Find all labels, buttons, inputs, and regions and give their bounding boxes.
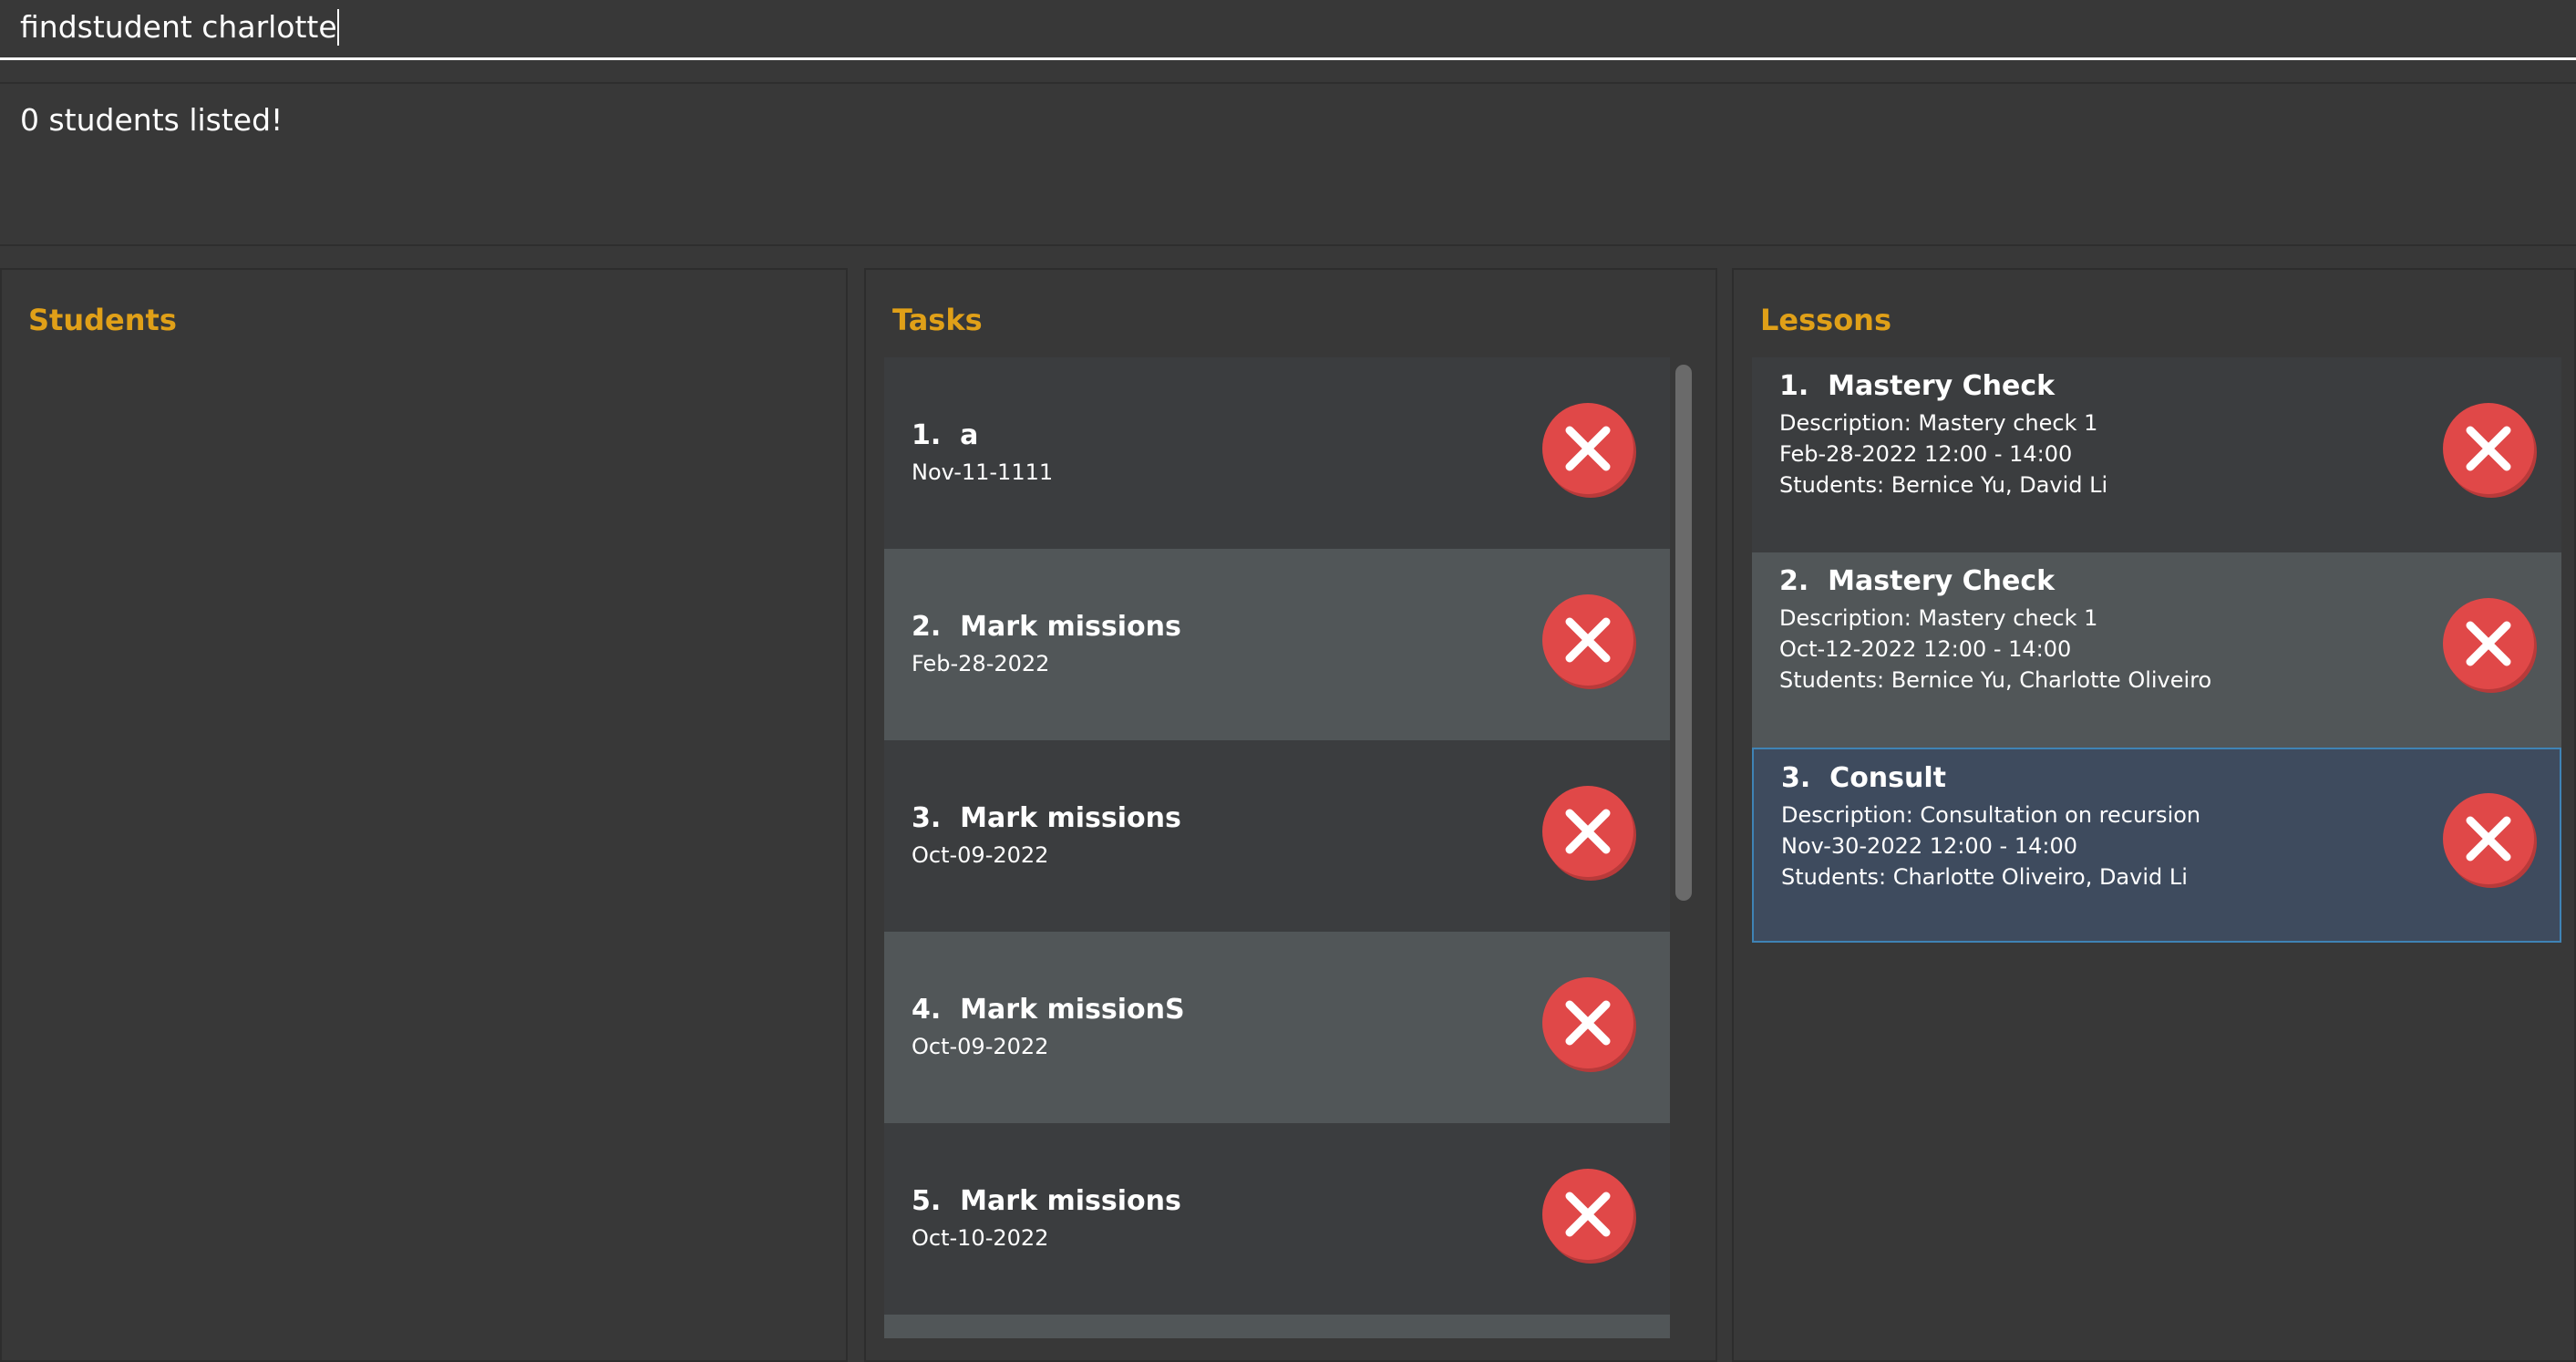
lesson-title: 2. Mastery Check <box>1779 565 2056 597</box>
task-item[interactable]: 3. Mark missions Oct-09-2022 <box>884 740 1670 932</box>
close-circle-icon <box>1565 617 1611 663</box>
delete-task-button[interactable] <box>1542 1169 1633 1260</box>
close-circle-icon <box>2466 621 2511 666</box>
lesson-description: Description: Mastery check 1 <box>1779 410 2098 436</box>
delete-lesson-button[interactable] <box>2443 403 2534 494</box>
close-circle-icon <box>1565 809 1611 854</box>
task-item[interactable]: 1. a Nov-11-1111 <box>884 357 1670 549</box>
close-circle-icon <box>2466 426 2511 471</box>
close-circle-icon <box>1565 426 1611 471</box>
delete-lesson-button[interactable] <box>2443 793 2534 884</box>
lesson-description: Description: Consultation on recursion <box>1781 802 2201 828</box>
students-panel: Students <box>0 268 848 1362</box>
text-caret <box>336 9 339 46</box>
lesson-time: Feb-28-2022 12:00 - 14:00 <box>1779 441 2073 467</box>
result-message: 0 students listed! <box>20 102 283 138</box>
task-item[interactable]: 5. Mark missions Oct-10-2022 <box>884 1123 1670 1315</box>
close-circle-icon <box>1565 1000 1611 1046</box>
task-item[interactable]: 2. Mark missions Feb-28-2022 <box>884 549 1670 740</box>
lesson-time: Oct-12-2022 12:00 - 14:00 <box>1779 636 2072 662</box>
lessons-panel-title: Lessons <box>1760 303 1891 337</box>
lesson-title: 3. Consult <box>1781 762 1946 794</box>
close-circle-icon <box>1565 1192 1611 1237</box>
lesson-time: Nov-30-2022 12:00 - 14:00 <box>1781 833 2078 859</box>
task-title: 4. Mark missionS <box>912 994 1185 1026</box>
delete-task-button[interactable] <box>1542 977 1633 1068</box>
tasks-panel: Tasks 1. a Nov-11-1111 2. Mark missions … <box>864 268 1717 1362</box>
delete-task-button[interactable] <box>1542 594 1633 686</box>
lesson-students: Students: Charlotte Oliveiro, David Li <box>1781 864 2188 890</box>
students-panel-title: Students <box>28 303 177 337</box>
lesson-students: Students: Bernice Yu, David Li <box>1779 472 2108 498</box>
command-input[interactable]: findstudent charlotte <box>0 0 2576 60</box>
command-input-text: findstudent charlotte <box>20 9 339 46</box>
lesson-item-selected[interactable]: 3. Consult Description: Consultation on … <box>1752 748 2561 943</box>
task-title: 5. Mark missions <box>912 1185 1181 1217</box>
task-item[interactable]: 4. Mark missionS Oct-09-2022 <box>884 932 1670 1123</box>
task-date: Nov-11-1111 <box>912 459 1054 485</box>
tasks-panel-title: Tasks <box>892 303 983 337</box>
lesson-item[interactable]: 1. Mastery Check Description: Mastery ch… <box>1752 357 2561 552</box>
lesson-item[interactable]: 2. Mastery Check Description: Mastery ch… <box>1752 552 2561 748</box>
delete-task-button[interactable] <box>1542 786 1633 877</box>
result-display: 0 students listed! <box>0 82 2576 246</box>
task-date: Oct-09-2022 <box>912 842 1049 868</box>
task-date: Feb-28-2022 <box>912 651 1050 676</box>
task-date: Oct-10-2022 <box>912 1225 1049 1251</box>
lesson-description: Description: Mastery check 1 <box>1779 605 2098 631</box>
lesson-students: Students: Bernice Yu, Charlotte Oliveiro <box>1779 667 2212 693</box>
close-circle-icon <box>2466 816 2511 862</box>
task-title: 1. a <box>912 419 979 451</box>
lesson-title: 1. Mastery Check <box>1779 370 2056 402</box>
delete-task-button[interactable] <box>1542 403 1633 494</box>
delete-lesson-button[interactable] <box>2443 598 2534 689</box>
lessons-panel: Lessons 1. Mastery Check Description: Ma… <box>1732 268 2576 1362</box>
task-list-scrollbar[interactable] <box>1675 365 1692 901</box>
task-title: 3. Mark missions <box>912 802 1181 834</box>
task-item-partial[interactable] <box>884 1315 1670 1338</box>
task-title: 2. Mark missions <box>912 611 1181 643</box>
task-date: Oct-09-2022 <box>912 1034 1049 1059</box>
